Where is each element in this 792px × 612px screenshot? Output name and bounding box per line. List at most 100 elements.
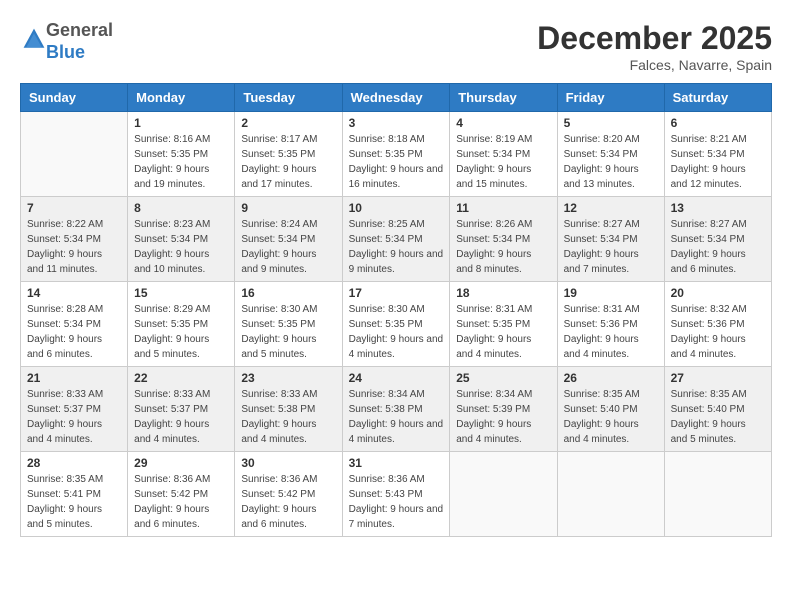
table-row: 20Sunrise: 8:32 AMSunset: 5:36 PMDayligh… [664,282,771,367]
day-info: Sunrise: 8:28 AMSunset: 5:34 PMDaylight:… [27,302,121,362]
col-monday: Monday [128,84,235,112]
table-row: 3 Sunrise: 8:18 AMSunset: 5:35 PMDaylight… [342,112,450,197]
col-friday: Friday [557,84,664,112]
table-row: 24 Sunrise: 8:34 AMSunset: 5:38 PMDayligh… [342,367,450,452]
day-number: 31 [349,456,444,470]
table-row: 25Sunrise: 8:34 AMSunset: 5:39 PMDayligh… [450,367,557,452]
day-info: Sunrise: 8:19 AMSunset: 5:34 PMDaylight:… [456,132,550,192]
day-number: 20 [671,286,765,300]
table-row: 7Sunrise: 8:22 AMSunset: 5:34 PMDaylight… [21,197,128,282]
day-info: Sunrise: 8:22 AMSunset: 5:34 PMDaylight:… [27,217,121,277]
calendar-week-row: 14 Sunrise: 8:28 AMSunset: 5:34 PMDayligh… [21,282,772,367]
day-info: Sunrise: 8:24 AMSunset: 5:34 PMDaylight:… [241,217,335,277]
day-info: Sunrise: 8:35 AMSunset: 5:41 PMDaylight:… [27,472,121,532]
table-row: 16 Sunrise: 8:30 AMSunset: 5:35 PMDayligh… [235,282,342,367]
day-number: 16 [241,286,335,300]
logo-icon [22,27,46,51]
table-row: 21 Sunrise: 8:33 AMSunset: 5:37 PMDayligh… [21,367,128,452]
day-info: Sunrise: 8:16 AMSunset: 5:35 PMDaylight:… [134,132,228,192]
day-number: 13 [671,201,765,215]
table-row: 23 Sunrise: 8:33 AMSunset: 5:38 PMDayligh… [235,367,342,452]
day-info: Sunrise: 8:30 AMSunset: 5:35 PMDaylight:… [241,302,335,362]
day-number: 10 [349,201,444,215]
day-number: 21 [27,371,121,385]
table-row: 31 Sunrise: 8:36 AMSunset: 5:43 PMDayligh… [342,452,450,537]
table-row: 2Sunrise: 8:17 AMSunset: 5:35 PMDaylight… [235,112,342,197]
calendar-header-row: Sunday Monday Tuesday Wednesday Thursday… [21,84,772,112]
table-row: 29 Sunrise: 8:36 AMSunset: 5:42 PMDayligh… [128,452,235,537]
day-info: Sunrise: 8:33 AMSunset: 5:37 PMDaylight:… [134,387,228,447]
calendar-week-row: 21 Sunrise: 8:33 AMSunset: 5:37 PMDayligh… [21,367,772,452]
table-row: 15Sunrise: 8:29 AMSunset: 5:35 PMDayligh… [128,282,235,367]
table-row: 11Sunrise: 8:26 AMSunset: 5:34 PMDayligh… [450,197,557,282]
day-number: 24 [349,371,444,385]
table-row: 18Sunrise: 8:31 AMSunset: 5:35 PMDayligh… [450,282,557,367]
table-row [557,452,664,537]
day-info: Sunrise: 8:27 AMSunset: 5:34 PMDaylight:… [671,217,765,277]
calendar-week-row: 28 Sunrise: 8:35 AMSunset: 5:41 PMDayligh… [21,452,772,537]
day-info: Sunrise: 8:23 AMSunset: 5:34 PMDaylight:… [134,217,228,277]
day-info: Sunrise: 8:33 AMSunset: 5:38 PMDaylight:… [241,387,335,447]
day-number: 28 [27,456,121,470]
day-number: 3 [349,116,444,130]
day-number: 26 [564,371,658,385]
day-number: 15 [134,286,228,300]
day-number: 18 [456,286,550,300]
col-thursday: Thursday [450,84,557,112]
day-info: Sunrise: 8:35 AMSunset: 5:40 PMDaylight:… [564,387,658,447]
logo: General Blue [20,20,113,63]
day-info: Sunrise: 8:18 AMSunset: 5:35 PMDaylight:… [349,132,444,192]
table-row [450,452,557,537]
day-info: Sunrise: 8:30 AMSunset: 5:35 PMDaylight:… [349,302,444,362]
day-number: 5 [564,116,658,130]
day-info: Sunrise: 8:35 AMSunset: 5:40 PMDaylight:… [671,387,765,447]
table-row: 6Sunrise: 8:21 AMSunset: 5:34 PMDaylight… [664,112,771,197]
table-row [664,452,771,537]
calendar-table: Sunday Monday Tuesday Wednesday Thursday… [20,83,772,537]
day-info: Sunrise: 8:36 AMSunset: 5:43 PMDaylight:… [349,472,444,532]
table-row: 17 Sunrise: 8:30 AMSunset: 5:35 PMDayligh… [342,282,450,367]
day-number: 2 [241,116,335,130]
day-info: Sunrise: 8:26 AMSunset: 5:34 PMDaylight:… [456,217,550,277]
col-sunday: Sunday [21,84,128,112]
table-row: 10Sunrise: 8:25 AMSunset: 5:34 PMDayligh… [342,197,450,282]
month-title: December 2025 [537,20,772,57]
day-number: 27 [671,371,765,385]
col-saturday: Saturday [664,84,771,112]
day-info: Sunrise: 8:34 AMSunset: 5:38 PMDaylight:… [349,387,444,447]
table-row: 28 Sunrise: 8:35 AMSunset: 5:41 PMDayligh… [21,452,128,537]
day-info: Sunrise: 8:36 AMSunset: 5:42 PMDaylight:… [134,472,228,532]
day-number: 22 [134,371,228,385]
calendar-week-row: 1Sunrise: 8:16 AMSunset: 5:35 PMDaylight… [21,112,772,197]
table-row [21,112,128,197]
table-row: 27 Sunrise: 8:35 AMSunset: 5:40 PMDayligh… [664,367,771,452]
page-header: General Blue December 2025 Falces, Navar… [20,20,772,73]
day-info: Sunrise: 8:27 AMSunset: 5:34 PMDaylight:… [564,217,658,277]
table-row: 12 Sunrise: 8:27 AMSunset: 5:34 PMDayligh… [557,197,664,282]
table-row: 13 Sunrise: 8:27 AMSunset: 5:34 PMDayligh… [664,197,771,282]
day-number: 23 [241,371,335,385]
calendar-week-row: 7Sunrise: 8:22 AMSunset: 5:34 PMDaylight… [21,197,772,282]
day-info: Sunrise: 8:21 AMSunset: 5:34 PMDaylight:… [671,132,765,192]
day-number: 14 [27,286,121,300]
day-info: Sunrise: 8:33 AMSunset: 5:37 PMDaylight:… [27,387,121,447]
table-row: 1Sunrise: 8:16 AMSunset: 5:35 PMDaylight… [128,112,235,197]
day-info: Sunrise: 8:31 AMSunset: 5:36 PMDaylight:… [564,302,658,362]
table-row: 19 Sunrise: 8:31 AMSunset: 5:36 PMDayligh… [557,282,664,367]
table-row: 5Sunrise: 8:20 AMSunset: 5:34 PMDaylight… [557,112,664,197]
day-info: Sunrise: 8:36 AMSunset: 5:42 PMDaylight:… [241,472,335,532]
title-block: December 2025 Falces, Navarre, Spain [537,20,772,73]
table-row: 4Sunrise: 8:19 AMSunset: 5:34 PMDaylight… [450,112,557,197]
day-number: 30 [241,456,335,470]
table-row: 30 Sunrise: 8:36 AMSunset: 5:42 PMDayligh… [235,452,342,537]
day-number: 29 [134,456,228,470]
day-number: 9 [241,201,335,215]
table-row: 22 Sunrise: 8:33 AMSunset: 5:37 PMDayligh… [128,367,235,452]
logo-text: General Blue [46,20,113,63]
day-number: 17 [349,286,444,300]
table-row: 8Sunrise: 8:23 AMSunset: 5:34 PMDaylight… [128,197,235,282]
day-number: 19 [564,286,658,300]
col-wednesday: Wednesday [342,84,450,112]
day-number: 12 [564,201,658,215]
table-row: 9 Sunrise: 8:24 AMSunset: 5:34 PMDaylight… [235,197,342,282]
